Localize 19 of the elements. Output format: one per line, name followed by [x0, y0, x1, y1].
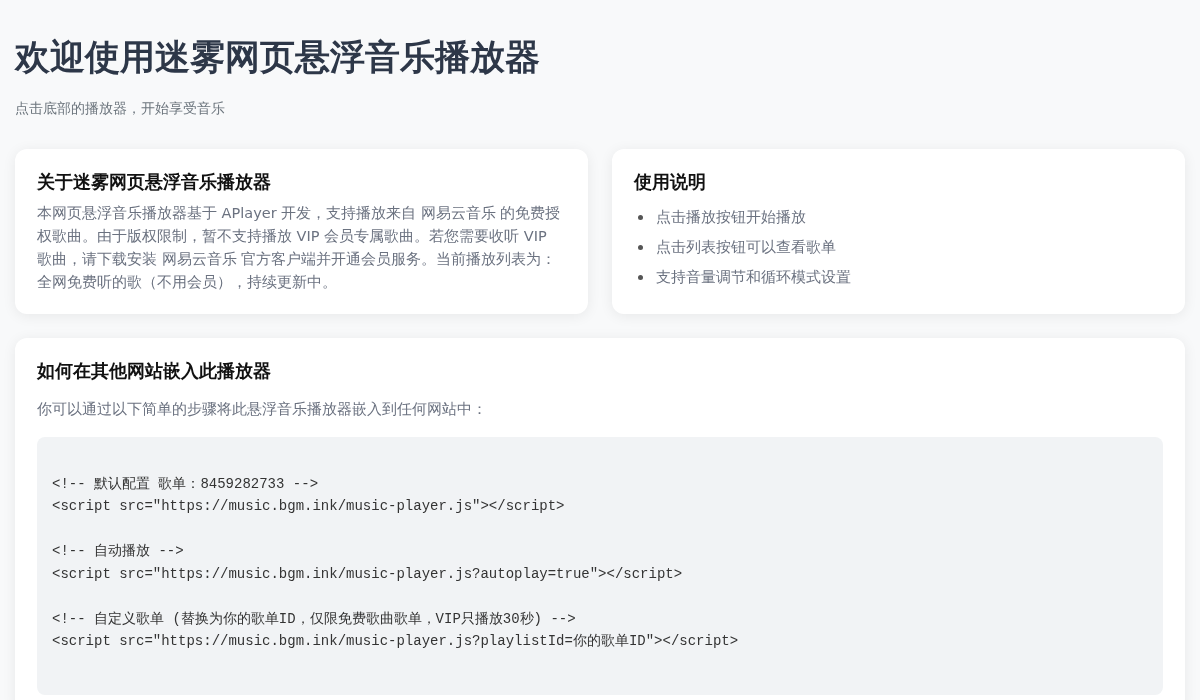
usage-item: 点击列表按钮可以查看歌单 — [656, 238, 836, 258]
card-title: 使用说明 — [634, 170, 707, 193]
code-line: <script src="https://music.bgm.ink/music-player.js"></script> — [52, 497, 566, 517]
card-title: 关于迷雾网页悬浮音乐播放器 — [37, 170, 272, 193]
intro-text: 你可以通过以下简单的步骤将此悬浮音乐播放器嵌入到任何网站中： — [37, 399, 488, 419]
code-line: <script src="https://music.bgm.ink/music-player.js?playlistId=你的歌单ID"></script> — [52, 632, 740, 652]
card-title: 如何在其他网站嵌入此播放器 — [37, 360, 272, 382]
bullet-icon — [638, 214, 643, 220]
page-subtitle: 点击底部的播放器，开始享受音乐 — [15, 98, 226, 118]
bullet-icon — [638, 244, 643, 250]
about-paragraph: 本网页悬浮音乐播放器基于 APlayer 开发，支持播放来自 网易云音乐 的免费授权歌曲。由于版权限制，暂不支持播放 VIP 会员专属歌曲。若您需要收听 VIP 歌曲，请下载安装 网易云音乐 官方客户端并开通会员服务。当前播放列表为：全网免费听的歌（不用会员），持续更新中。 — [37, 204, 562, 293]
usage-item: 点击播放按钮开始播放 — [656, 208, 806, 228]
code-line: <script src="https://music.bgm.ink/music-player.js?autoplay=true"></script> — [52, 564, 684, 584]
usage-item: 支持音量调节和循环模式设置 — [656, 268, 851, 288]
code-line: <!-- 自定义歌单 (替换为你的歌单ID，仅限免费歌曲歌单，VIP只播放30秒) --> — [52, 609, 577, 629]
code-line: <!-- 默认配置 歌单：8459282733 --> — [52, 474, 320, 494]
bullet-icon — [638, 274, 643, 280]
page-title: 欢迎使用迷雾网页悬浮音乐播放器 — [15, 36, 541, 79]
code-line: <!-- 自动播放 --> — [52, 542, 185, 562]
